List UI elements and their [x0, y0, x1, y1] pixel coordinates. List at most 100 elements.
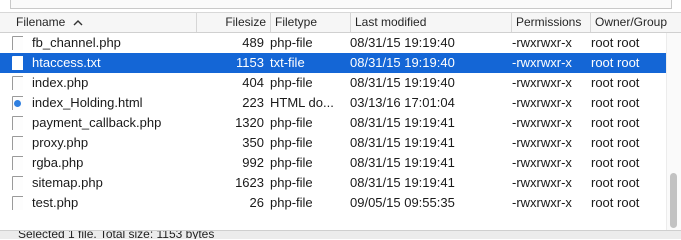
file-owner-group: root root	[591, 175, 640, 190]
column-header-filesize-label: Filesize	[225, 15, 266, 29]
file-icon	[12, 136, 23, 150]
column-header-last-modified[interactable]: Last modified	[350, 13, 511, 32]
vertical-scrollbar[interactable]	[666, 33, 681, 230]
file-permissions: -rwxrwxr-x	[512, 195, 572, 210]
file-type: php-file	[270, 75, 313, 90]
file-row[interactable]: fb_channel.php 489 php-file 08/31/15 19:19:…	[0, 33, 666, 53]
file-name: fb_channel.php	[32, 35, 121, 50]
file-permissions: -rwxrwxr-x	[512, 95, 572, 110]
file-row[interactable]: index_Holding.html 223 HTML do... 03/13/16 …	[0, 93, 666, 113]
file-size: 404	[242, 75, 264, 90]
column-header-permissions-label: Permissions	[516, 15, 582, 29]
file-last-modified: 08/31/15 19:19:41	[350, 155, 455, 170]
document-shape	[12, 136, 23, 150]
file-permissions: -rwxrwxr-x	[512, 55, 572, 70]
scrollbar-thumb[interactable]	[670, 173, 677, 228]
column-header-filename[interactable]: Filename	[0, 13, 196, 32]
file-icon	[12, 56, 23, 70]
file-last-modified: 08/31/15 19:19:40	[350, 55, 455, 70]
file-owner-group: root root	[591, 75, 640, 90]
file-owner-group: root root	[591, 155, 640, 170]
file-name: rgba.php	[32, 155, 84, 170]
document-shape	[12, 196, 23, 210]
file-size: 992	[242, 155, 264, 170]
file-size: 26	[249, 195, 264, 210]
column-header-permissions[interactable]: Permissions	[511, 13, 590, 32]
file-owner-group: root root	[591, 35, 640, 50]
file-last-modified: 08/31/15 19:19:41	[350, 175, 455, 190]
file-name: index.php	[32, 75, 89, 90]
file-row[interactable]: test.php 26 php-file 09/05/15 09:55:35 -rwxr…	[0, 193, 666, 213]
file-permissions: -rwxrwxr-x	[512, 135, 572, 150]
file-size: 489	[242, 35, 264, 50]
file-icon	[12, 176, 23, 190]
file-type: php-file	[270, 35, 313, 50]
document-shape	[12, 156, 23, 170]
file-owner-group: root root	[591, 195, 640, 210]
document-shape	[12, 116, 23, 130]
sort-ascending-icon	[73, 19, 83, 26]
file-type: php-file	[270, 115, 313, 130]
file-row[interactable]: htaccess.txt 1153 txt-file 08/31/15 19:19:4…	[0, 53, 666, 73]
document-shape	[12, 76, 23, 90]
file-row[interactable]: index.php 404 php-file 08/31/15 19:19:40 -rw…	[0, 73, 666, 93]
file-row[interactable]: sitemap.php 1623 php-file 08/31/15 19:19:41…	[0, 173, 666, 193]
file-icon	[12, 196, 23, 210]
file-last-modified: 08/31/15 19:19:40	[350, 75, 455, 90]
column-header-row: Filename Filesize Filetype Last modified…	[0, 13, 681, 33]
file-size: 1153	[236, 55, 264, 70]
file-permissions: -rwxrwxr-x	[512, 35, 572, 50]
file-row[interactable]: proxy.php 350 php-file 08/31/15 19:19:41 -rw…	[0, 133, 666, 153]
status-text: Selected 1 file. Total size: 1153 bytes	[18, 230, 215, 239]
file-name: payment_callback.php	[32, 115, 162, 130]
file-permissions: -rwxrwxr-x	[512, 75, 572, 90]
file-permissions: -rwxrwxr-x	[512, 155, 572, 170]
column-header-last-modified-label: Last modified	[355, 15, 427, 29]
file-permissions: -rwxrwxr-x	[512, 115, 572, 130]
file-owner-group: root root	[591, 55, 640, 70]
file-size: 1320	[235, 115, 264, 130]
html-document-shape	[12, 96, 23, 110]
file-last-modified: 08/31/15 19:19:40	[350, 35, 455, 50]
document-shape	[12, 176, 23, 190]
file-list: fb_channel.php 489 php-file 08/31/15 19:19:…	[0, 33, 666, 230]
file-type: php-file	[270, 155, 313, 170]
html-file-icon	[12, 96, 23, 110]
file-last-modified: 08/31/15 19:19:41	[350, 115, 455, 130]
file-last-modified: 03/13/16 17:01:04	[350, 95, 455, 110]
column-header-filetype[interactable]: Filetype	[270, 13, 350, 32]
file-name: htaccess.txt	[32, 55, 101, 70]
file-row[interactable]: rgba.php 992 php-file 08/31/15 19:19:41 -rwx…	[0, 153, 666, 173]
document-shape	[12, 36, 23, 50]
column-header-owner-group-label: Owner/Group	[595, 15, 668, 29]
file-row[interactable]: payment_callback.php 1320 php-file 08/31/15…	[0, 113, 666, 133]
column-header-filesize[interactable]: Filesize	[196, 13, 270, 32]
file-name: sitemap.php	[32, 175, 103, 190]
file-permissions: -rwxrwxr-x	[512, 175, 572, 190]
file-name: test.php	[32, 195, 79, 210]
file-name: index_Holding.html	[32, 95, 143, 110]
file-type: php-file	[270, 175, 313, 190]
file-size: 223	[242, 95, 264, 110]
file-size: 350	[242, 135, 264, 150]
file-owner-group: root root	[591, 95, 640, 110]
splitter-edge	[10, 0, 672, 9]
file-last-modified: 09/05/15 09:55:35	[350, 195, 455, 210]
remote-file-list-pane: Filename Filesize Filetype Last modified…	[0, 0, 681, 239]
file-owner-group: root root	[591, 135, 640, 150]
file-icon	[12, 156, 23, 170]
file-name: proxy.php	[32, 135, 89, 150]
file-icon	[12, 116, 23, 130]
pane-top-edge	[0, 0, 681, 13]
file-type: HTML do...	[270, 95, 334, 110]
file-owner-group: root root	[591, 115, 640, 130]
column-header-owner-group[interactable]: Owner/Group	[590, 13, 681, 32]
file-icon	[12, 36, 23, 50]
file-last-modified: 08/31/15 19:19:41	[350, 135, 455, 150]
file-icon	[12, 76, 23, 90]
status-bar: Selected 1 file. Total size: 1153 bytes	[0, 230, 681, 239]
column-header-filename-label: Filename	[16, 15, 66, 29]
document-shape	[12, 56, 23, 70]
file-size: 1623	[235, 175, 264, 190]
file-type: php-file	[270, 135, 313, 150]
